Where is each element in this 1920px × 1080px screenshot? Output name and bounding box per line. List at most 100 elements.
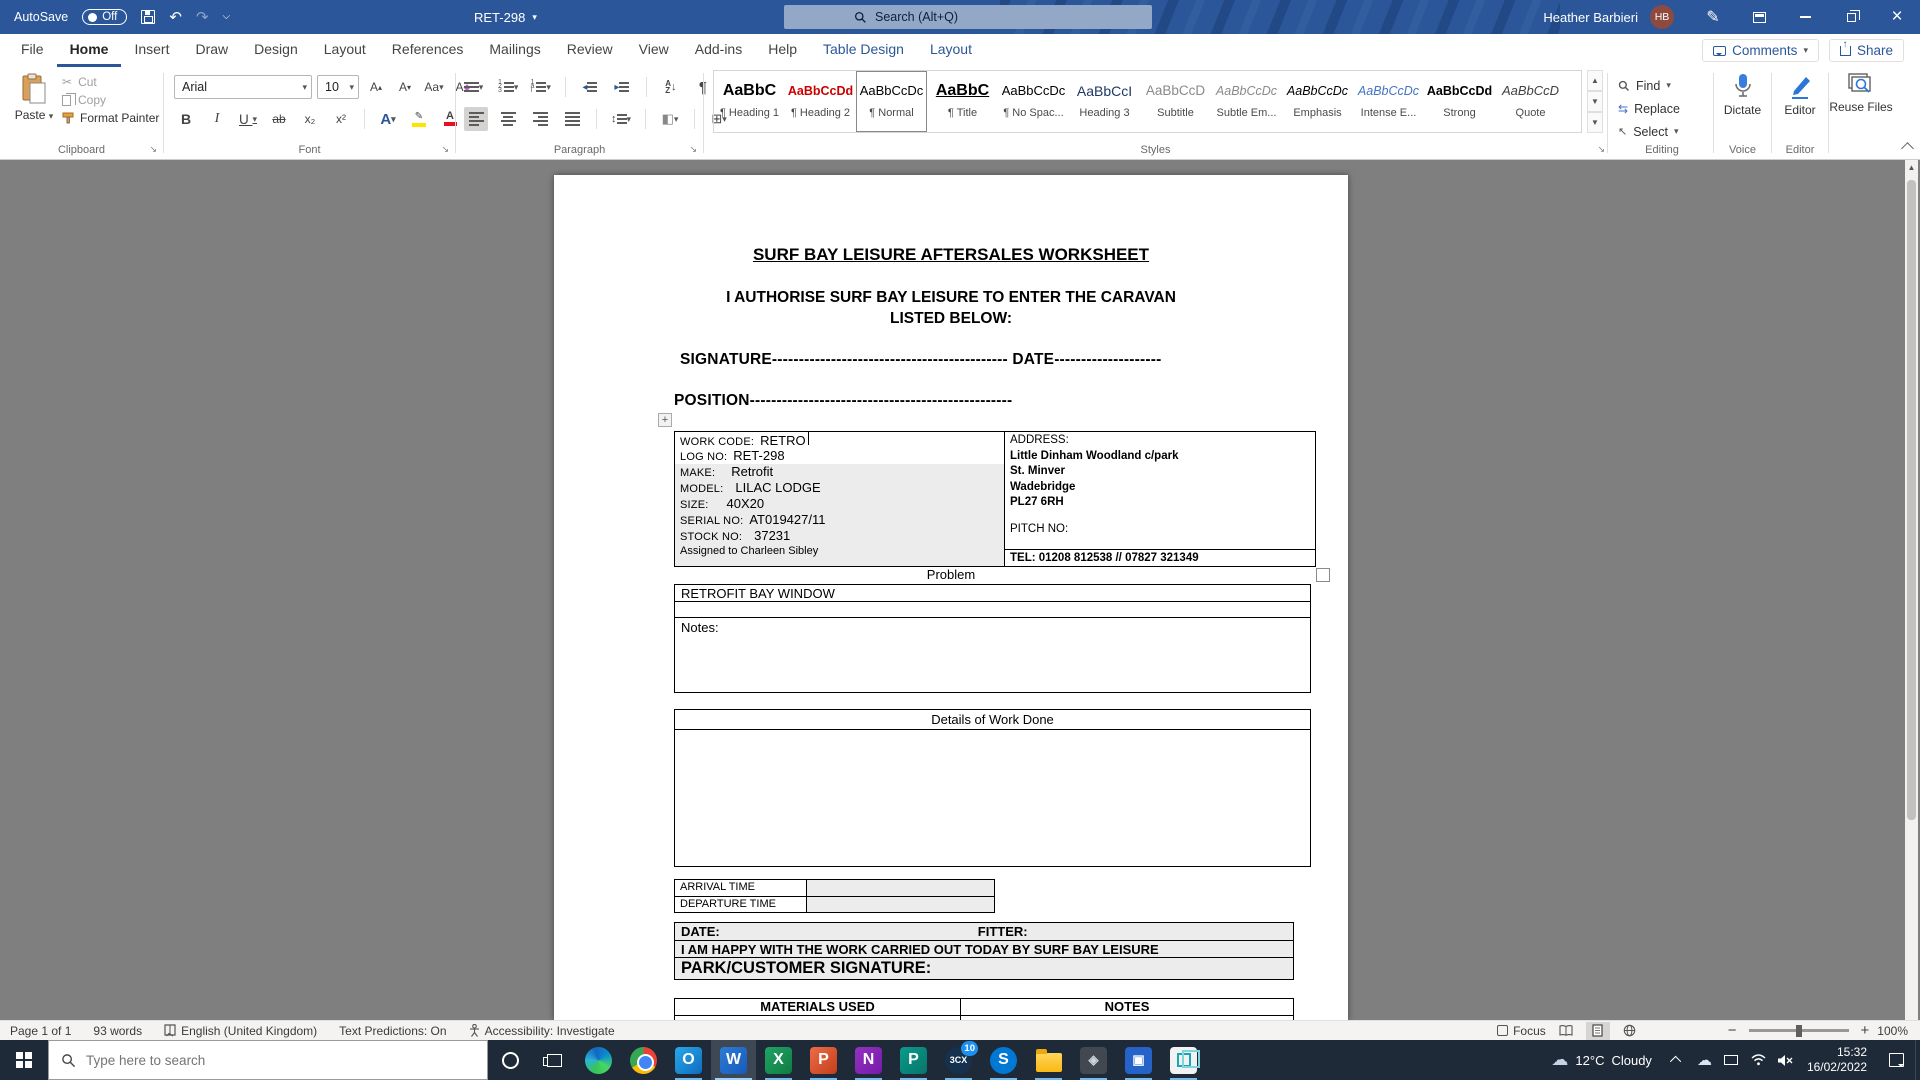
customize-qat-chevron-icon[interactable]: ⌵ [223,12,231,22]
avatar[interactable]: HB [1650,5,1674,29]
minimize-button[interactable] [1782,0,1828,34]
bold-button[interactable]: B [174,107,198,131]
taskbar-weather[interactable]: ☁ 12°C Cloudy [1539,1050,1664,1070]
reuse-files-button[interactable]: Reuse Files [1829,73,1893,114]
onedrive-tray-icon[interactable]: ☁ [1691,1040,1718,1080]
redo-icon[interactable]: ↷ [196,10,209,25]
style-normal[interactable]: AaBbCcDc ¶ Normal [856,71,927,132]
network-tray-icon[interactable] [1745,1040,1772,1080]
collapse-ribbon-icon[interactable] [1901,142,1914,155]
share-button[interactable]: Share [1829,39,1904,62]
taskbar-search-input[interactable] [86,1053,446,1068]
read-mode-button[interactable] [1554,1022,1578,1040]
italic-button[interactable]: I [205,107,229,131]
style-quote[interactable]: AaBbCcD Quote [1495,71,1566,132]
tab-layout[interactable]: Layout [311,34,379,67]
style-heading1[interactable]: AaBbC ¶ Heading 1 [714,71,785,132]
action-center-button[interactable] [1877,1040,1915,1080]
taskbar-app-chrome[interactable] [621,1040,666,1080]
decrease-indent-button[interactable]: ◂ [578,75,602,99]
multilevel-list-button[interactable]: 1ai ▾ [528,75,552,99]
subscript-button[interactable]: x₂ [298,107,322,131]
sort-button[interactable]: AZ↓ [659,75,683,99]
task-view-button[interactable] [532,1040,576,1080]
print-layout-button[interactable] [1586,1022,1610,1040]
shading-button[interactable]: ◧▾ [658,107,682,131]
line-spacing-button[interactable]: ↕▾ [609,107,633,131]
accessibility-status[interactable]: Accessibility: Investigate [469,1024,615,1038]
dictate-button[interactable]: Dictate [1714,73,1771,117]
editor-button[interactable]: Editor [1772,73,1828,117]
close-button[interactable]: × [1874,0,1920,34]
underline-button[interactable]: U ▾ [236,107,260,131]
tab-table-design[interactable]: Table Design [810,34,917,67]
start-button[interactable] [0,1040,48,1080]
select-button[interactable]: ↖ Select ▾ [1618,121,1680,142]
numbering-button[interactable]: 123 ▾ [496,75,520,99]
shrink-font-button[interactable]: A▾ [393,75,417,99]
taskbar-app-dark[interactable]: ◈ [1071,1040,1116,1080]
text-effects-button[interactable]: A▾ [376,107,400,131]
focus-mode-button[interactable]: Focus [1497,1024,1546,1038]
style-heading2[interactable]: AaBbCcDd ¶ Heading 2 [785,71,856,132]
taskbar-app-powerpoint[interactable]: P [801,1040,846,1080]
paragraph-dialog-launcher-icon[interactable]: ↘ [689,144,697,155]
zoom-slider-thumb[interactable] [1796,1025,1802,1037]
table-move-handle-icon[interactable]: + [658,413,672,427]
taskbar-app-outlook[interactable]: O [666,1040,711,1080]
change-case-button[interactable]: Aa▾ [422,75,446,99]
taskbar-app-3cx[interactable]: 3CX 10 [936,1040,981,1080]
ink-pen-icon[interactable]: ✎ [1690,0,1736,34]
tab-insert[interactable]: Insert [121,34,182,67]
scroll-up-icon[interactable]: ▲ [1905,160,1918,176]
tab-draw[interactable]: Draw [182,34,241,67]
clipboard-dialog-launcher-icon[interactable]: ↘ [149,144,157,155]
style-subtitle[interactable]: AaBbCcD Subtitle [1140,71,1211,132]
ribbon-display-options-icon[interactable] [1736,0,1782,34]
display-tray-icon[interactable] [1718,1040,1745,1080]
autosave-toggle[interactable]: Off [82,9,127,25]
align-center-button[interactable] [496,107,520,131]
tab-design[interactable]: Design [241,34,311,67]
zoom-level[interactable]: 100% [1877,1024,1908,1038]
replace-button[interactable]: ⇆ Replace [1618,98,1680,119]
taskbar-clock[interactable]: 15:32 16/02/2022 [1799,1045,1877,1075]
style-heading3[interactable]: AaBbCcI Heading 3 [1069,71,1140,132]
web-layout-button[interactable] [1618,1022,1642,1040]
tab-view[interactable]: View [626,34,682,67]
tab-review[interactable]: Review [554,34,626,67]
align-right-button[interactable] [528,107,552,131]
copy-button[interactable]: Copy [62,93,159,107]
word-count[interactable]: 93 words [93,1024,142,1038]
taskbar-app-blue[interactable]: ▣ [1116,1040,1161,1080]
page-indicator[interactable]: Page 1 of 1 [10,1024,71,1038]
tab-home[interactable]: Home [57,34,122,67]
tab-file[interactable]: File [8,34,57,67]
style-no-spacing[interactable]: AaBbCcDc ¶ No Spac... [998,71,1069,132]
show-desktop-button[interactable] [1915,1040,1920,1080]
paste-button[interactable]: Paste ▾ [10,73,58,122]
undo-icon[interactable]: ↶ [169,10,182,25]
format-painter-button[interactable]: Format Painter [62,111,159,125]
justify-button[interactable] [560,107,584,131]
taskbar-app-skype[interactable]: S [981,1040,1026,1080]
taskbar-app-word[interactable]: W [711,1040,756,1080]
increase-indent-button[interactable]: ▸ [610,75,634,99]
styles-scroll-up-icon[interactable]: ▲ [1587,70,1603,91]
proofing-status[interactable]: English (United Kingdom) [164,1024,317,1038]
scrollbar-thumb[interactable] [1907,180,1916,820]
document-title[interactable]: RET-298 ▾ [474,0,537,34]
zoom-slider[interactable] [1749,1029,1849,1032]
style-subtle-emphasis[interactable]: AaBbCcDc Subtle Em... [1211,71,1282,132]
font-family-combo[interactable]: Arial ▾ [174,75,312,99]
font-dialog-launcher-icon[interactable]: ↘ [441,144,449,155]
style-intense-emphasis[interactable]: AaBbCcDc Intense E... [1353,71,1424,132]
taskbar-search[interactable] [48,1040,488,1080]
cut-button[interactable]: ✂ Cut [62,75,159,89]
document-page[interactable]: SURF BAY LEISURE AFTERSALES WORKSHEET I … [554,175,1348,1020]
strikethrough-button[interactable]: ab [267,107,291,131]
user-name[interactable]: Heather Barbieri [1543,10,1638,25]
taskbar-app-file-explorer[interactable] [1026,1040,1071,1080]
align-left-button[interactable] [464,107,488,131]
tab-references[interactable]: References [379,34,477,67]
